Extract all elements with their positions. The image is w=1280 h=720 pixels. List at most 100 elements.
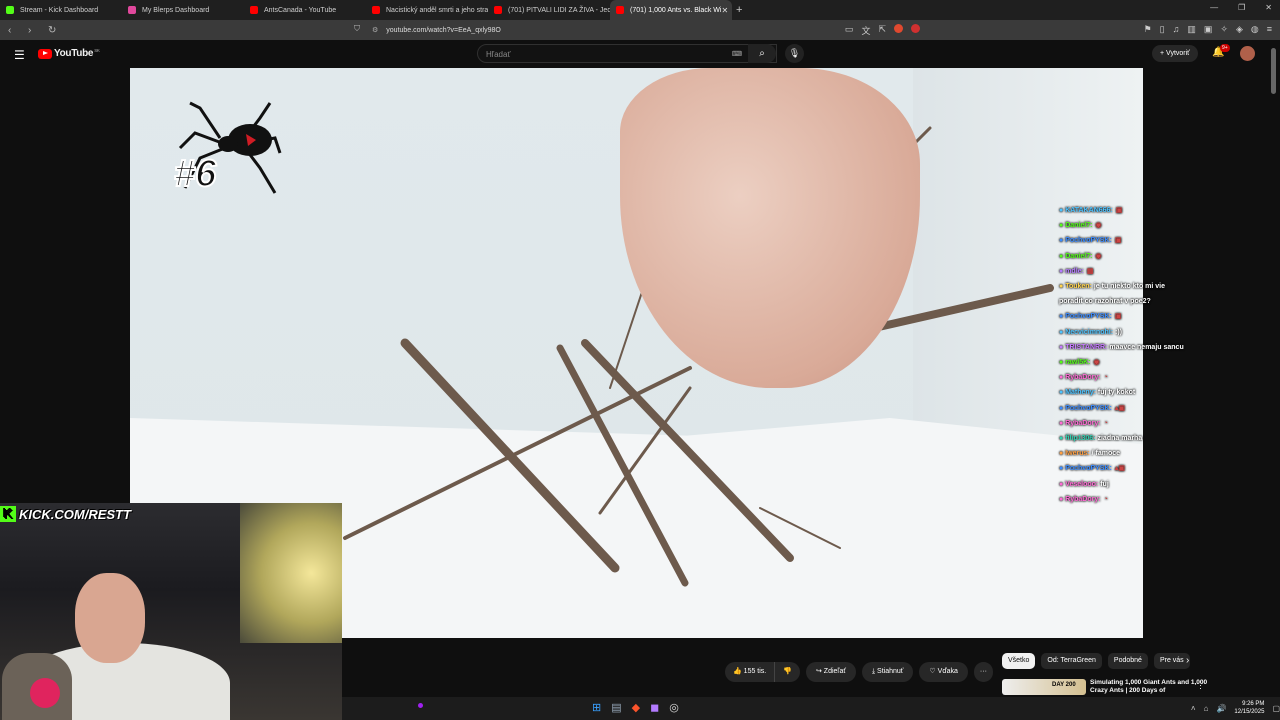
chevron-right-icon[interactable]: › <box>1186 655 1189 666</box>
back-arrow-icon[interactable]: ‹ <box>8 25 20 36</box>
minimize-icon[interactable]: — <box>1210 3 1218 12</box>
recommended-thumbnail[interactable]: DAY 200 <box>1002 679 1086 695</box>
youtube-logo[interactable]: YouTube SK <box>38 48 100 59</box>
tab-title: Stream - Kick Dashboard <box>20 6 99 14</box>
split-icon[interactable]: ▥ <box>1187 24 1196 35</box>
system-tray: ˄ ⌂ 🔊 9:26 PM 12/15/2025 ▢ <box>1191 700 1280 716</box>
kick-url-text: KICK.COM/RESTT <box>19 506 131 522</box>
filter-chip[interactable]: Od: TerraGreen <box>1041 653 1102 669</box>
filter-chip[interactable]: Pre vás <box>1153 653 1190 669</box>
like-dislike-group: 👍 155 tis. 👎 <box>725 662 800 682</box>
page-scrollbar[interactable] <box>1271 44 1277 694</box>
address-bar-row: ‹ › ↻ ⛉ ⚙ youtube.com/watch?v=EeA_qxly98… <box>0 20 1280 40</box>
restore-icon[interactable]: ❐ <box>1238 3 1245 12</box>
obs-icon[interactable]: ◎ <box>669 701 679 714</box>
browser-tab[interactable]: Stream - Kick Dashboard <box>0 0 122 20</box>
browser-tab[interactable]: (701) PITVALI LIDI ZA ŽIVA - Jednotk <box>488 0 610 20</box>
reload-icon[interactable]: ↻ <box>48 25 60 36</box>
volume-icon[interactable]: 🔊 <box>1216 704 1226 713</box>
tab-title: My Blerps Dashboard <box>142 6 210 14</box>
cast-icon[interactable]: ▭ <box>845 24 854 37</box>
chat-username: PochvoPYSK: <box>1065 404 1112 412</box>
chat-text: fuj ty kokot <box>1095 389 1136 397</box>
twitch-icon[interactable]: ◼ <box>650 701 659 714</box>
download-button[interactable]: ⤓ Stiahnuť <box>861 662 914 682</box>
kick-k-icon: K <box>0 506 16 522</box>
vpn-icon[interactable]: ◈ <box>1236 24 1243 35</box>
brave-leo-icon[interactable]: ✧ <box>1220 24 1228 35</box>
sidebar-icon[interactable]: ▯ <box>1160 24 1165 35</box>
browser-tab[interactable]: My Blerps Dashboard <box>122 0 244 20</box>
url-field[interactable]: ⚙ youtube.com/watch?v=EeA_qxly98O <box>372 23 501 37</box>
browser-tab[interactable]: (701) 1,000 Ants vs. Black Wi ✕ <box>610 0 732 20</box>
create-button[interactable]: + Vytvoriť <box>1152 45 1198 62</box>
translate-icon[interactable]: 文 <box>861 24 870 37</box>
site-info-icon[interactable]: ⚙ <box>372 26 378 34</box>
avatar[interactable] <box>1240 46 1255 61</box>
hamburger-menu-icon[interactable]: ☰ <box>14 48 25 62</box>
youtube-play-icon <box>38 48 52 59</box>
chat-message: ● RybaDory: ◔ <box>1059 416 1219 431</box>
windows-taskbar: ⊞ ▤ ◆ ◼ ◎ ˄ ⌂ 🔊 9:26 PM 12/15/2025 ▢ <box>342 697 1280 720</box>
keyboard-icon[interactable]: ⌨ <box>732 50 742 58</box>
notifications-icon[interactable]: ▢ <box>1272 704 1280 713</box>
recommendation-chips: Všetko Od: TerraGreen Podobné Pre vás <box>1002 653 1190 669</box>
taskbar-clock[interactable]: 9:26 PM 12/15/2025 <box>1234 700 1264 716</box>
recommended-menu-icon[interactable]: ⋮ <box>1196 680 1205 691</box>
brave-shield-icon[interactable] <box>894 24 903 33</box>
tab-search-icon[interactable]: ▣ <box>1204 24 1213 35</box>
clock-date: 12/15/2025 <box>1234 709 1265 715</box>
tray-arrow-icon[interactable]: ˄ <box>1191 704 1196 713</box>
share-icon: ↪ <box>815 668 822 675</box>
forward-arrow-icon[interactable]: › <box>28 25 40 36</box>
chat-username: Daniel7: <box>1065 222 1093 230</box>
download-label: Stiahnuť <box>877 668 904 675</box>
chat-emote-icon: ◔ <box>1103 495 1108 503</box>
new-tab-button[interactable]: + <box>736 4 742 16</box>
network-icon[interactable]: ⌂ <box>1204 704 1209 713</box>
like-button[interactable]: 👍 155 tis. <box>725 662 776 682</box>
browser-tab[interactable]: AntsCanada - YouTube <box>244 0 366 20</box>
browser-tab[interactable]: Nacistický anděl smrti a jeho strašliv <box>366 0 488 20</box>
windows-start-icon[interactable]: ⊞ <box>592 701 601 714</box>
share-page-icon[interactable]: ⇱ <box>878 24 886 37</box>
thanks-icon: ♡ <box>929 668 936 675</box>
extension-icon[interactable]: ⚑ <box>1144 24 1152 35</box>
media-icon[interactable]: ♫ <box>1173 24 1180 35</box>
search-icon[interactable]: ⌕ <box>748 44 776 63</box>
bookmark-icon[interactable]: ⛉ <box>354 24 360 34</box>
filter-chip[interactable]: Všetko <box>1002 653 1036 669</box>
thumbs-down-icon[interactable]: 👎 <box>775 662 800 682</box>
webcam-overlay <box>0 503 342 720</box>
file-explorer-icon[interactable]: ▤ <box>611 701 621 714</box>
chat-username: RybaDory: <box>1065 419 1101 427</box>
wallet-icon[interactable]: ◍ <box>1251 24 1259 35</box>
more-actions-button[interactable]: ··· <box>973 662 993 682</box>
create-label: Vytvoriť <box>1166 50 1190 57</box>
chat-text: ziadna marha <box>1095 435 1143 443</box>
video-actions: 👍 155 tis. 👎 ↪ Zdieľať ⤓ Stiahnuť ♡ Vďak… <box>725 662 993 682</box>
close-window-icon[interactable]: ✕ <box>1265 3 1272 12</box>
chat-username: Necvicimnohi: <box>1065 328 1114 336</box>
url-text: youtube.com/watch?v=EeA_qxly98O <box>386 26 501 34</box>
mic-icon[interactable]: 🎙 <box>785 44 804 63</box>
share-button[interactable]: ↪ Zdieľať <box>805 662 856 682</box>
browser-menu-icon[interactable]: ≡ <box>1267 24 1272 35</box>
heart-sticker <box>30 678 60 708</box>
search-input[interactable]: Hľadať ⌨ <box>477 44 777 63</box>
close-tab-icon[interactable]: ✕ <box>721 6 728 15</box>
thanks-button[interactable]: ♡ Vďaka <box>919 662 968 682</box>
chat-emote-icon: ◉ <box>1093 359 1100 367</box>
chat-emote-icon: ▴▣ <box>1114 465 1126 473</box>
brave-browser-icon[interactable]: ◆ <box>632 701 640 714</box>
scrollbar-thumb[interactable] <box>1271 48 1276 94</box>
tab-favicon-icon <box>128 6 136 14</box>
recommended-video[interactable]: DAY 200 Simulating 1,000 Giant Ants and … <box>1002 679 1212 695</box>
download-icon: ⤓ <box>871 668 876 675</box>
tab-favicon-icon <box>250 6 258 14</box>
filter-chip[interactable]: Podobné <box>1107 653 1148 669</box>
chat-username: PochvoPYSK: <box>1065 465 1112 473</box>
recommended-title[interactable]: Simulating 1,000 Giant Ants and 1,000 Cr… <box>1090 679 1212 695</box>
chat-username: PochvoPYSK: <box>1065 237 1112 245</box>
rewards-icon[interactable] <box>911 24 920 33</box>
